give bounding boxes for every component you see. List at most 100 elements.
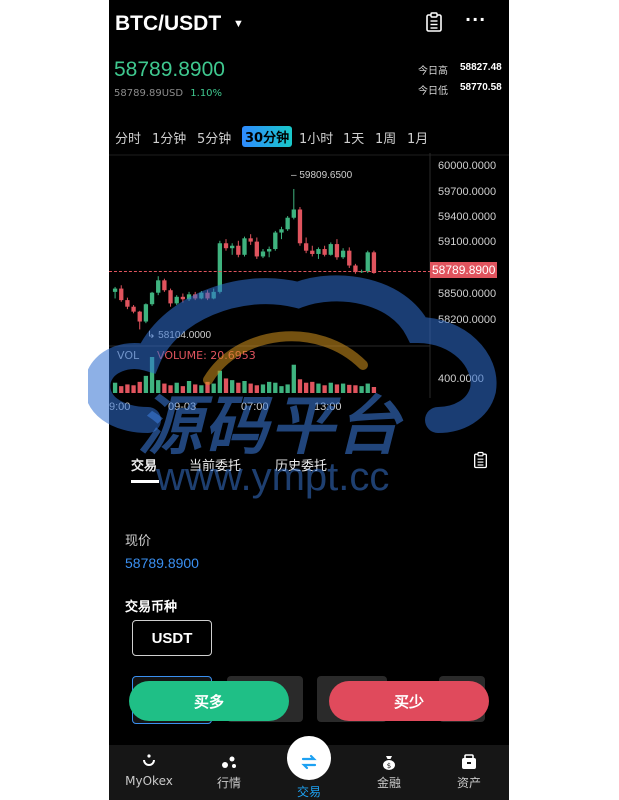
volume-bar (112, 382, 118, 393)
caret-down-icon[interactable]: ▼ (233, 18, 244, 30)
volume-bar (316, 383, 321, 393)
candle-body (347, 250, 352, 266)
candle-body (266, 249, 272, 252)
clipboard-icon[interactable] (473, 451, 488, 473)
candle (217, 240, 223, 294)
nav-trade[interactable]: 交易 (269, 752, 349, 800)
timeframe-realtime[interactable]: 分时 (115, 128, 141, 147)
volume-bar (180, 386, 186, 393)
candle (186, 291, 192, 301)
volume-group (112, 357, 377, 393)
more-horizontal-icon[interactable]: ··· (465, 10, 486, 29)
volume-bar (137, 381, 142, 393)
x-tick: 9:00 (109, 401, 131, 413)
candle (180, 293, 186, 303)
high-value: 58827.48 (460, 62, 502, 73)
timeframe-1h[interactable]: 1小时 (299, 128, 333, 147)
candle-body (236, 245, 241, 255)
timeframe-30m[interactable]: 30分钟 (242, 126, 293, 147)
candle (205, 290, 210, 301)
candles-group (112, 188, 377, 330)
low-label: 今日低 (418, 86, 448, 97)
candle (119, 285, 124, 302)
pair-label[interactable]: BTC/USDT (115, 12, 221, 35)
candle (143, 303, 149, 324)
candle-body (328, 244, 333, 255)
volume-bar (174, 382, 179, 393)
volume-bar (353, 385, 358, 393)
swap-icon (269, 752, 349, 772)
timeframe-1m[interactable]: 1分钟 (152, 128, 186, 147)
candle (273, 230, 278, 251)
min-arrow: ↳ (147, 330, 156, 341)
candle-body (297, 209, 303, 244)
y-tick: 60000.0000 (438, 160, 497, 172)
pair-title[interactable]: BTC/USDT ▼ (115, 12, 244, 36)
tab-current-orders[interactable]: 当前委托 (189, 455, 241, 474)
candle (156, 276, 161, 296)
candle (328, 242, 333, 256)
volume-bar (310, 381, 315, 393)
nav-label: MyOkex (125, 774, 173, 788)
nav-myokex[interactable]: MyOkex (109, 752, 189, 788)
volume-bar (322, 385, 327, 393)
volume-bar (359, 386, 364, 393)
nav-market[interactable]: 行情 (189, 752, 269, 791)
candle-body (316, 249, 321, 254)
nav-finance[interactable]: $ 金融 (349, 752, 429, 791)
candle (347, 247, 352, 268)
candle-body (162, 280, 167, 291)
candle-body (137, 311, 142, 322)
candle-body (186, 294, 192, 300)
candle (211, 288, 216, 300)
volume-bar (205, 381, 210, 393)
volume-bar (131, 385, 136, 393)
low-value: 58770.58 (460, 82, 502, 93)
buy-long-button[interactable]: 买多 (129, 681, 289, 721)
currency-option-usdt[interactable]: USDT (132, 620, 212, 656)
svg-text:$: $ (387, 762, 391, 770)
nav-label: 行情 (216, 776, 241, 790)
timeframe-1mo[interactable]: 1月 (407, 128, 428, 147)
nav-label: 交易 (296, 785, 321, 799)
min-price-marker: ↳ 58104.0000 (147, 330, 211, 341)
timeframe-5m[interactable]: 5分钟 (197, 128, 231, 147)
candle-body (303, 243, 309, 251)
timeframe-1d[interactable]: 1天 (343, 128, 364, 147)
sell-short-button[interactable]: 买少 (329, 681, 489, 721)
volume-bar (297, 379, 303, 393)
candle (248, 234, 253, 245)
candle (303, 237, 309, 254)
max-price-label: 59809.6500 (299, 170, 353, 181)
y-tick: 59100.0000 (438, 236, 497, 248)
volume-bar (340, 383, 346, 393)
candle (266, 246, 272, 258)
app-screen: BTC/USDT ▼ ··· 58789.8900 58789.89USD 1.… (109, 0, 509, 800)
y-tick: 59700.0000 (438, 186, 497, 198)
volume-bar (230, 380, 235, 393)
candle-body (156, 280, 161, 293)
volume-bar (149, 357, 155, 393)
candle (230, 243, 235, 255)
nav-assets[interactable]: 资产 (429, 752, 509, 791)
candle-body (168, 290, 173, 304)
volume-bar (291, 364, 296, 393)
candle (254, 237, 259, 259)
tab-history-orders[interactable]: 历史委托 (275, 455, 327, 474)
home-icon (109, 752, 189, 772)
y-tick: 59400.0000 (438, 211, 497, 223)
volume-bar (236, 382, 241, 393)
clipboard-icon[interactable] (425, 12, 443, 36)
volume-bar (193, 384, 198, 393)
candle-body (334, 244, 340, 258)
candle-body (131, 306, 136, 312)
volume-bar (371, 387, 377, 393)
volume-bar (199, 385, 204, 393)
candle (353, 263, 358, 274)
candle (316, 247, 321, 259)
candle-body (242, 238, 247, 255)
usd-price: 58789.89USD 1.10% (114, 88, 222, 99)
tab-trade[interactable]: 交易 (131, 455, 157, 474)
timeframe-1w[interactable]: 1周 (375, 128, 396, 147)
volume-bar (273, 382, 278, 393)
